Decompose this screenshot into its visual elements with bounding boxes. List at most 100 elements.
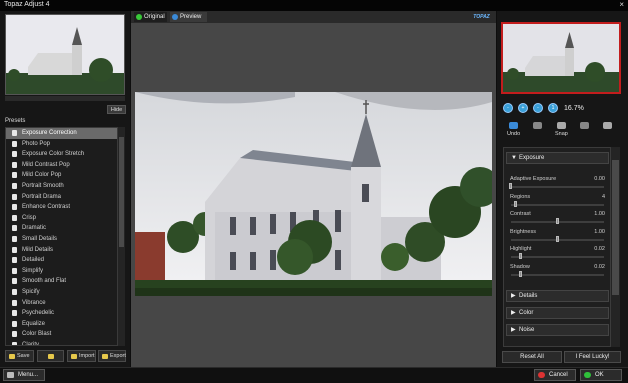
tab-original[interactable]: Original	[134, 12, 167, 22]
snap-label[interactable]: Snap	[555, 131, 568, 137]
collapsed-triangle-icon: ▶	[511, 293, 516, 299]
section-color[interactable]: ▶ Color	[506, 307, 609, 319]
reset-all-label: Reset All	[520, 354, 544, 360]
close-icon[interactable]: ×	[619, 0, 624, 9]
slider-handle[interactable]	[519, 270, 523, 277]
preset-item[interactable]: Small Details	[6, 234, 117, 245]
preset-item[interactable]: Simplify	[6, 266, 117, 277]
export-label: Export	[110, 353, 126, 359]
document-icon	[12, 246, 17, 253]
folder-button[interactable]	[37, 350, 64, 362]
hide-button[interactable]: Hide	[107, 105, 126, 114]
slider-track[interactable]	[511, 256, 604, 258]
slider-value[interactable]: 1.00	[580, 211, 605, 217]
preset-label: Psychedelic	[22, 310, 55, 317]
preset-item[interactable]: Clarity	[6, 340, 117, 345]
slider-value[interactable]: 0.02	[580, 264, 605, 270]
adjustment-scrollbar-thumb[interactable]	[612, 160, 619, 295]
document-icon	[12, 288, 17, 295]
navigator-preview-thumbnail[interactable]	[501, 22, 621, 94]
document-icon	[12, 193, 17, 200]
preset-item[interactable]: Mild Details	[6, 245, 117, 256]
section-color-label: Color	[519, 310, 534, 316]
document-icon	[12, 182, 17, 189]
zoom-fit-icon[interactable]: -	[503, 103, 513, 113]
preset-label: Mild Details	[22, 246, 54, 253]
preset-item[interactable]: Vibrance	[6, 298, 117, 309]
export-button[interactable]: Export	[98, 350, 126, 362]
preset-item[interactable]: Crisp	[6, 213, 117, 224]
section-noise-label: Noise	[519, 327, 535, 333]
preset-label: Equalize	[22, 320, 46, 327]
preset-label: Simplify	[22, 267, 44, 274]
document-icon	[12, 214, 17, 221]
zoom-actual-icon[interactable]: 1	[548, 103, 558, 113]
preset-item[interactable]: Portrait Drama	[6, 192, 117, 203]
preset-label: Portrait Drama	[22, 193, 62, 200]
preset-label: Exposure Color Stretch	[22, 151, 85, 158]
preset-item[interactable]: Spicify	[6, 287, 117, 298]
preset-item[interactable]: Photo Pop	[6, 139, 117, 150]
zoom-out-icon[interactable]: -	[533, 103, 543, 113]
preset-item[interactable]: Mild Color Pop	[6, 170, 117, 181]
collapsed-triangle-icon: ▶	[511, 310, 516, 316]
import-button[interactable]: Import	[67, 350, 96, 362]
preset-label: Color Blast	[22, 331, 52, 338]
slider-track[interactable]	[511, 273, 604, 276]
document-icon	[12, 310, 17, 317]
preset-item[interactable]: Psychedelic	[6, 308, 117, 319]
save-button[interactable]: Save	[5, 350, 34, 362]
preset-item[interactable]: Enhance Contrast	[6, 202, 117, 213]
reset-all-button[interactable]: Reset All	[502, 351, 562, 363]
slider-handle[interactable]	[509, 183, 512, 189]
slider-handle[interactable]	[519, 253, 523, 259]
zoom-in-icon[interactable]: +	[518, 103, 528, 113]
section-details[interactable]: ▶ Details	[506, 290, 609, 302]
tab-preview[interactable]: Preview	[170, 12, 207, 22]
slider-label: Regions	[510, 193, 531, 200]
slider-value[interactable]: 4	[580, 194, 605, 200]
preview-dot-icon	[172, 14, 178, 20]
compare-icon[interactable]	[580, 122, 589, 129]
slider-value[interactable]: 0.00	[580, 176, 605, 182]
preset-scrollbar-thumb[interactable]	[119, 137, 124, 247]
slider-handle[interactable]	[555, 235, 559, 242]
preset-item[interactable]: Exposure Correction	[6, 128, 117, 139]
undo-label[interactable]: Undo	[507, 131, 520, 137]
preset-item[interactable]: Smooth and Flat	[6, 276, 117, 287]
slider-track[interactable]	[511, 203, 604, 206]
preset-item[interactable]: Mild Contrast Pop	[6, 160, 117, 171]
snap-icon[interactable]	[557, 122, 566, 129]
slider-label: Contrast	[510, 211, 531, 217]
title-bar	[0, 0, 628, 11]
slider-value[interactable]: 1.00	[580, 229, 605, 235]
slider-handle[interactable]	[555, 218, 559, 224]
preset-item[interactable]: Detailed	[6, 255, 117, 266]
undo-icon[interactable]	[509, 122, 518, 129]
export-icon	[102, 354, 108, 359]
menu-button[interactable]: Menu...	[3, 369, 45, 381]
message-icon[interactable]	[603, 122, 612, 129]
navigator-scrollbar[interactable]	[5, 96, 125, 101]
preset-item[interactable]: Color Blast	[6, 329, 117, 340]
navigator-thumbnail[interactable]	[5, 14, 125, 95]
slider-handle[interactable]	[513, 200, 517, 207]
preset-label: Small Details	[22, 235, 58, 242]
preview-image[interactable]	[135, 92, 492, 296]
slider-track[interactable]	[511, 186, 604, 188]
preset-item[interactable]: Portrait Smooth	[6, 181, 117, 192]
preset-label: Vibrance	[22, 299, 46, 306]
section-exposure[interactable]: ▼ Exposure	[506, 152, 609, 164]
redo-icon[interactable]	[533, 122, 542, 129]
preset-item[interactable]: Dramatic	[6, 223, 117, 234]
ok-button[interactable]: OK	[580, 369, 622, 381]
preset-item[interactable]: Equalize	[6, 319, 117, 330]
document-icon	[12, 161, 17, 168]
feel-lucky-button[interactable]: I Feel Lucky!	[564, 351, 621, 363]
preset-item[interactable]: Exposure Color Stretch	[6, 149, 117, 160]
save-label: Save	[17, 353, 30, 359]
preset-label: Mild Contrast Pop	[22, 161, 70, 168]
slider-value[interactable]: 0.02	[580, 246, 605, 252]
section-noise[interactable]: ▶ Noise	[506, 324, 609, 336]
cancel-button[interactable]: Cancel	[534, 369, 576, 381]
